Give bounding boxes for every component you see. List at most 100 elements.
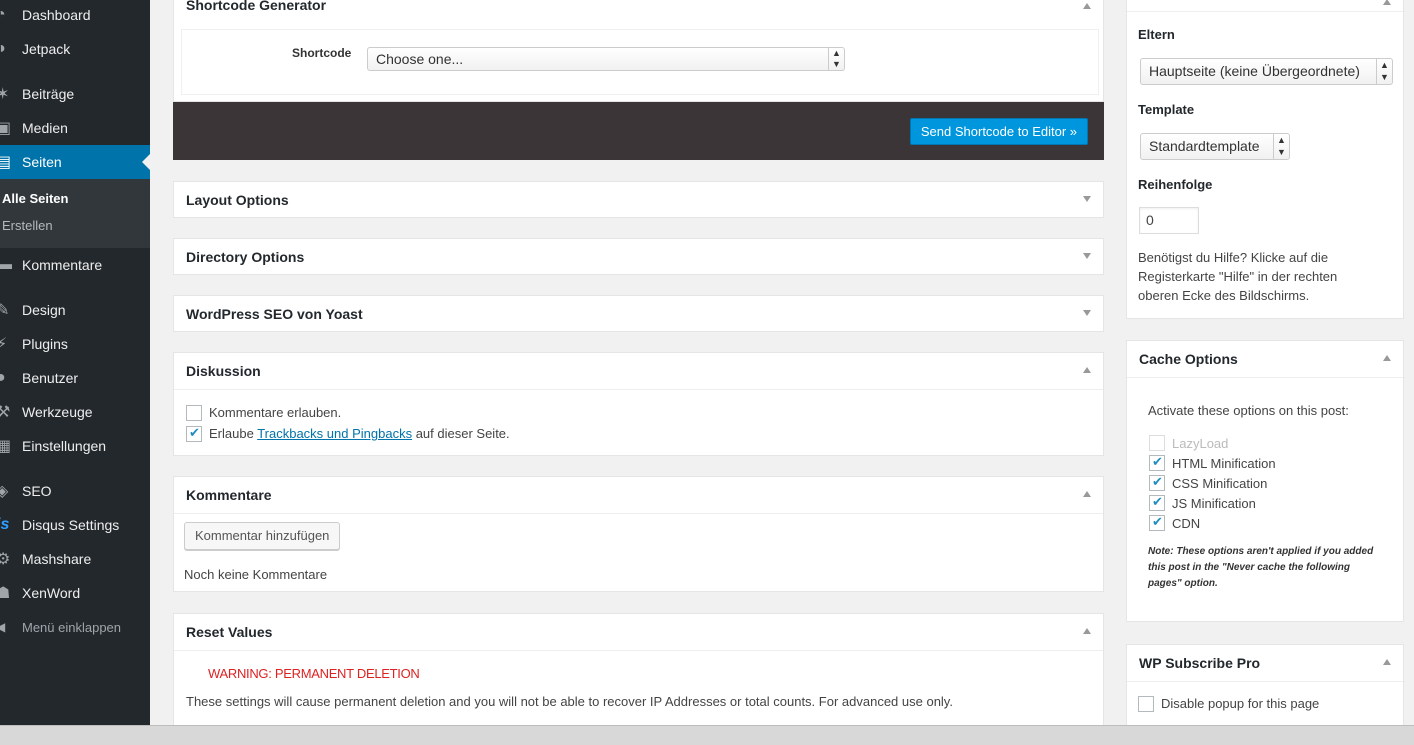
expand-arrow-icon[interactable] [1083, 196, 1091, 202]
allow-comments-checkbox[interactable] [186, 405, 202, 421]
shortcode-generator-title[interactable]: Shortcode Generator [186, 0, 326, 23]
send-shortcode-button[interactable]: Send Shortcode to Editor » [909, 118, 1088, 145]
menu-disqus-settings[interactable]: js Disqus Settings [0, 508, 150, 542]
css-minification-label: CSS Minification [1172, 476, 1268, 491]
menu-medien[interactable]: ▣ Medien [0, 111, 150, 145]
menu-kommentare[interactable]: ▬ Kommentare [0, 248, 150, 282]
order-label: Reihenfolge [1138, 177, 1213, 192]
menu-einstellungen[interactable]: ▦ Einstellungen [0, 429, 150, 463]
layout-options-title[interactable]: Layout Options [186, 182, 289, 218]
discussion-box: Diskussion Kommentare erlauben. Erlaube … [173, 352, 1104, 456]
collapse-arrow-icon[interactable] [1083, 491, 1091, 497]
allow-trackbacks-prefix: Erlaube [209, 426, 254, 441]
menu-seo[interactable]: ◈ SEO [0, 474, 150, 508]
divider [1127, 11, 1403, 12]
collapse-arrow-icon[interactable] [1083, 628, 1091, 634]
divider [1127, 681, 1403, 682]
brush-icon: ✎ [0, 302, 10, 319]
pin-icon: ✶ [0, 86, 10, 103]
collapse-arrow-icon[interactable] [1383, 355, 1391, 361]
shortcode-action-bar: Send Shortcode to Editor » [173, 102, 1104, 160]
js-minification-checkbox[interactable] [1149, 494, 1165, 511]
menu-design[interactable]: ✎ Design [0, 293, 150, 327]
reset-description: These settings will cause permanent dele… [186, 694, 953, 709]
html-minification-label: HTML Minification [1172, 456, 1276, 471]
comments-box: Kommentare Kommentar hinzufügen Noch kei… [173, 476, 1104, 592]
trackbacks-link[interactable]: Trackbacks und Pingbacks [257, 426, 412, 441]
cache-options-title[interactable]: Cache Options [1139, 341, 1238, 377]
collapse-arrow-icon[interactable] [1083, 3, 1091, 9]
menu-werkzeuge[interactable]: ⚒ Werkzeuge [0, 395, 150, 429]
menu-seiten[interactable]: ▤ Seiten [0, 145, 150, 179]
admin-sidebar: ◔ Dashboard ◑ Jetpack ✶ Beiträge ▣ Medie… [0, 0, 150, 725]
allow-trackbacks-checkbox[interactable] [186, 425, 202, 442]
css-minification-checkbox[interactable] [1149, 474, 1165, 491]
template-select[interactable]: Standardtemplate ▲ ▼ [1140, 133, 1290, 160]
lazyload-checkbox[interactable] [1149, 435, 1165, 451]
help-text: Benötigst du Hilfe? Klicke auf die Regis… [1138, 250, 1338, 303]
menu-label: Medien [22, 120, 68, 136]
no-comments-text: Noch keine Kommentare [184, 567, 328, 582]
menu-label: Dashboard [22, 7, 91, 23]
plugin-icon: ⚡ [0, 336, 8, 353]
window-bottom-bar [0, 725, 1414, 745]
yoast-seo-title[interactable]: WordPress SEO von Yoast [186, 296, 363, 332]
parent-select[interactable]: Hauptseite (keine Übergeordnete) ▲ ▼ [1140, 58, 1393, 85]
select-arrows-icon: ▲ ▼ [828, 48, 844, 70]
shortcode-label: Shortcode [292, 46, 352, 60]
menu-mashshare[interactable]: ⚙ Mashshare [0, 542, 150, 576]
menu-label: SEO [22, 483, 52, 499]
allow-trackbacks-suffix: auf dieser Seite. [415, 426, 510, 441]
template-label: Template [1138, 102, 1195, 117]
collapse-arrow-icon[interactable] [1383, 659, 1391, 665]
divider [174, 513, 1103, 514]
pages-submenu: Alle Seiten Erstellen [0, 179, 150, 248]
shortcode-select-value: Choose one... [376, 51, 464, 67]
collapse-label: Menü einklappen [22, 619, 122, 635]
divider [174, 389, 1103, 390]
submenu-all-pages[interactable]: Alle Seiten [2, 191, 68, 206]
js-minification-label: JS Minification [1172, 496, 1256, 511]
menu-dashboard[interactable]: ◔ Dashboard [0, 0, 150, 32]
directory-options-title[interactable]: Directory Options [186, 239, 304, 275]
expand-arrow-icon[interactable] [1083, 310, 1091, 316]
wp-subscribe-pro-title[interactable]: WP Subscribe Pro [1139, 645, 1260, 681]
disable-popup-checkbox[interactable] [1138, 696, 1154, 712]
collapse-menu-button[interactable]: ◀ Menü einklappen [0, 610, 150, 644]
menu-beitraege[interactable]: ✶ Beiträge [0, 77, 150, 111]
menu-benutzer[interactable]: ● Benutzer [0, 361, 150, 395]
parent-select-value: Hauptseite (keine Übergeordnete) [1149, 63, 1360, 79]
cache-note: Note: These options aren't applied if yo… [1148, 546, 1374, 589]
expand-arrow-icon[interactable] [1083, 253, 1091, 259]
settings-icon: ▦ [0, 438, 12, 455]
menu-label: Jetpack [22, 41, 71, 57]
menu-label: XenWord [22, 585, 81, 601]
menu-jetpack[interactable]: ◑ Jetpack [0, 32, 150, 66]
menu-label: Seiten [22, 154, 62, 170]
wrench-icon: ⚒ [0, 404, 11, 421]
submenu-create[interactable]: Erstellen [2, 218, 53, 233]
menu-plugins[interactable]: ⚡ Plugins [0, 327, 150, 361]
reset-values-title[interactable]: Reset Values [186, 614, 272, 650]
allow-comments-label: Kommentare erlauben. [209, 405, 342, 420]
discussion-title[interactable]: Diskussion [186, 353, 261, 389]
cdn-checkbox[interactable] [1149, 514, 1165, 531]
menu-label: Plugins [22, 336, 68, 352]
order-input[interactable]: 0 [1139, 207, 1199, 234]
seo-icon: ◈ [0, 483, 9, 500]
menu-label: Disqus Settings [22, 517, 120, 533]
permanent-deletion-warning: WARNING: PERMANENT DELETION [208, 666, 420, 681]
directory-options-box: Directory Options [173, 238, 1104, 275]
comments-title[interactable]: Kommentare [186, 477, 272, 513]
disable-popup-label: Disable popup for this page [1161, 696, 1320, 711]
menu-label: Design [22, 302, 66, 318]
collapse-arrow-icon[interactable] [1383, 0, 1391, 5]
shortcode-form: Shortcode Choose one... ▲ ▼ [181, 29, 1099, 95]
allow-trackbacks-label: Erlaube Trackbacks und Pingbacks auf die… [209, 426, 510, 441]
collapse-arrow-icon[interactable] [1083, 367, 1091, 373]
html-minification-checkbox[interactable] [1149, 454, 1165, 471]
shortcode-select[interactable]: Choose one... ▲ ▼ [367, 47, 845, 71]
menu-xenword[interactable]: ☗ XenWord [0, 576, 150, 610]
add-comment-button[interactable]: Kommentar hinzufügen [184, 522, 341, 550]
reset-values-box: Reset Values WARNING: PERMANENT DELETION… [173, 613, 1104, 743]
